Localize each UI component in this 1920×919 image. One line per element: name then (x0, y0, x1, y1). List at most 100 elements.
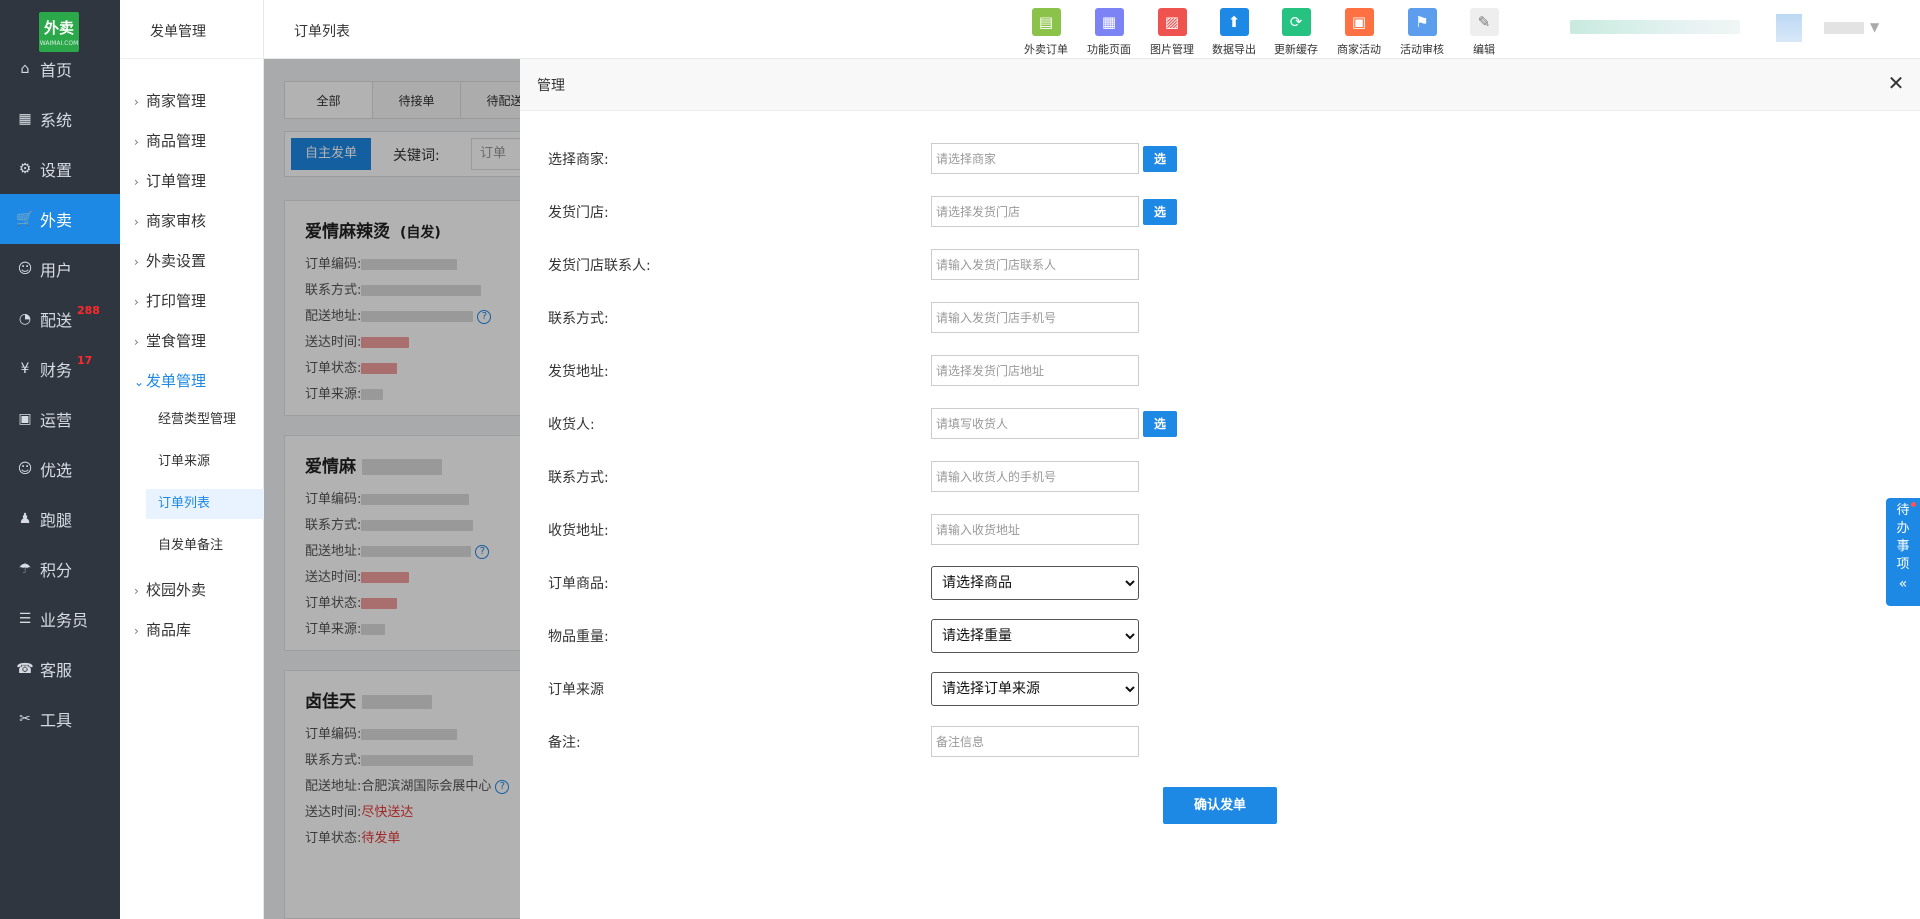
toolbar-button-6[interactable]: ⚑ 活动审核 (1392, 8, 1452, 57)
submenu-item-label: 商家审核 (146, 212, 207, 230)
nav-item-label: 外卖 (40, 211, 73, 230)
clipboard-icon: ▤ (1031, 8, 1061, 36)
submenu-item-label: 校园外卖 (146, 581, 207, 599)
nav-item-label: 首页 (40, 61, 73, 80)
form-label: 发货门店: (548, 205, 609, 221)
nav-item-3[interactable]: 🛒 外卖 (0, 194, 120, 244)
submenu-item-label: 商品库 (146, 621, 192, 639)
form-input[interactable] (931, 249, 1139, 280)
chevron-right-icon: › (134, 295, 139, 309)
form-label: 选择商家: (548, 152, 609, 168)
form-input[interactable] (931, 143, 1139, 174)
nav-item-4[interactable]: ☺ 用户 (0, 244, 120, 294)
submenu-title: 发单管理 (150, 24, 206, 40)
form-input[interactable] (931, 408, 1139, 439)
chevron-right-icon: › (134, 175, 139, 189)
toolbar-button-label: 数据导出 (1212, 43, 1256, 56)
toolbar-button-1[interactable]: ▦ 功能页面 (1079, 8, 1139, 57)
grid-icon: ▦ (1094, 8, 1124, 36)
toolbar-button-label: 商家活动 (1337, 43, 1381, 56)
submenu-item[interactable]: › 商品管理 (134, 130, 206, 151)
yen-icon: ¥ (20, 361, 30, 377)
windows-icon: ▦ (18, 111, 32, 127)
form-input[interactable] (931, 196, 1139, 227)
nav-item-7[interactable]: ▣ 运营 (0, 394, 120, 444)
submenu-item[interactable]: › 打印管理 (134, 290, 206, 311)
nav-item-1[interactable]: ▦ 系统 (0, 94, 120, 144)
form-label: 备注: (548, 735, 581, 751)
form-input[interactable] (931, 726, 1139, 757)
toolbar-button-3[interactable]: ⬆ 数据导出 (1204, 8, 1264, 57)
select-button[interactable]: 选择收货地址 (1143, 411, 1178, 561)
submenu-child-item[interactable]: 订单来源 (146, 447, 264, 477)
pencil-icon: ✎ (1469, 8, 1499, 36)
form-select[interactable]: 请选择重量 (931, 619, 1139, 653)
nav-item-label: 系统 (40, 111, 73, 130)
cart-icon: 🛒 (16, 211, 34, 227)
chevron-right-icon: › (134, 624, 139, 638)
toolbar-button-4[interactable]: ⟳ 更新缓存 (1266, 8, 1326, 57)
chevron-right-icon: › (134, 335, 139, 349)
submenu-panel: 发单管理 › 商家管理 › 商品管理 › 订单管理 › 商家审核 › 外卖设置 › 打印管理 › 堂食管理… (120, 0, 264, 919)
submenu-item[interactable]: › 商家管理 (134, 90, 206, 111)
submenu-child-item[interactable]: 自发单备注 (146, 531, 264, 561)
nav-item-9[interactable]: ♟ 跑腿 (0, 494, 120, 544)
double-chevron-left-icon[interactable]: « (1886, 576, 1920, 592)
form-input[interactable] (931, 461, 1139, 492)
nav-item-label: 跑腿 (40, 511, 73, 530)
form-select[interactable]: 请选择商品 (931, 566, 1139, 600)
nav-item-label: 配送 (40, 311, 73, 330)
submenu-item[interactable]: › 外卖设置 (134, 250, 206, 271)
username-blurred[interactable] (1824, 22, 1864, 34)
toolbar-button-5[interactable]: ▣ 商家活动 (1329, 8, 1389, 57)
toolbar-button-0[interactable]: ▤ 外卖订单 (1016, 8, 1076, 57)
submenu-child-item[interactable]: 订单列表 (146, 489, 264, 519)
form-input[interactable] (931, 355, 1139, 386)
nav-item-10[interactable]: ☂ 积分 (0, 544, 120, 594)
dispatch-order-modal: 管理 ✕ 选择商家: 选择发货门店: 选择发货门店 发货门店联系人: 联系方式: 发货地址… (520, 59, 1920, 919)
select-button[interactable]: 选择 (1143, 146, 1178, 192)
form-input[interactable] (931, 514, 1139, 545)
submenu-child-item[interactable]: 经营类型管理 (146, 405, 264, 435)
close-icon[interactable]: ✕ (1884, 71, 1908, 95)
nav-item-13[interactable]: ✂ 工具 (0, 694, 120, 744)
form-input[interactable] (931, 302, 1139, 333)
count-badge: 288 (77, 304, 100, 317)
home-icon: ⌂ (20, 61, 30, 77)
submenu-item[interactable]: › 堂食管理 (134, 330, 206, 351)
nav-item-2[interactable]: ⚙ 设置 (0, 144, 120, 194)
chevron-right-icon: › (134, 215, 139, 229)
submenu-item[interactable]: ⌄ 发单管理 (134, 370, 206, 391)
toolbar-button-label: 活动审核 (1400, 43, 1444, 56)
nav-item-0[interactable]: ⌂ 首页 (0, 44, 120, 94)
chevron-right-icon: › (134, 584, 139, 598)
nav-item-5[interactable]: ◔ 配送 288 (0, 294, 120, 344)
submenu-item-label: 外卖设置 (146, 252, 207, 270)
nav-item-11[interactable]: ☰ 业务员 (0, 594, 120, 644)
user-icon: ☺ (17, 261, 33, 277)
todo-side-tab[interactable]: 待办事项 « (1886, 498, 1920, 606)
nav-item-8[interactable]: ☺ 优选 (0, 444, 120, 494)
toolbar-button-label: 编辑 (1473, 43, 1495, 56)
nav-item-6[interactable]: ¥ 财务 17 (0, 344, 120, 394)
submenu-item[interactable]: › 校园外卖 (134, 579, 206, 600)
avatar[interactable] (1776, 14, 1802, 42)
confirm-dispatch-button[interactable]: 确认发单 (1163, 787, 1277, 824)
toolbar-button-2[interactable]: ▨ 图片管理 (1142, 8, 1202, 57)
modal-title: 管理 (537, 78, 565, 94)
submenu-item-label: 发单管理 (146, 372, 207, 390)
nav-item-12[interactable]: ☎ 客服 (0, 644, 120, 694)
select-button[interactable]: 选择发货门店 (1143, 199, 1178, 349)
submenu-item[interactable]: › 商品库 (134, 619, 191, 640)
chevron-down-icon[interactable]: ▼ (1870, 20, 1879, 34)
submenu-item[interactable]: › 商家审核 (134, 210, 206, 231)
nav-item-label: 积分 (40, 561, 73, 580)
chevron-down-icon: ⌄ (134, 375, 145, 389)
flag-icon: ⚑ (1407, 8, 1437, 36)
form-label: 联系方式: (548, 470, 609, 486)
toolbar-button-7[interactable]: ✎ 编辑 (1454, 8, 1514, 57)
tools-icon: ✂ (19, 711, 31, 727)
form-select[interactable]: 请选择订单来源 (931, 672, 1139, 706)
submenu-item[interactable]: › 订单管理 (134, 170, 206, 191)
todo-label-char: 项 (1896, 557, 1910, 572)
